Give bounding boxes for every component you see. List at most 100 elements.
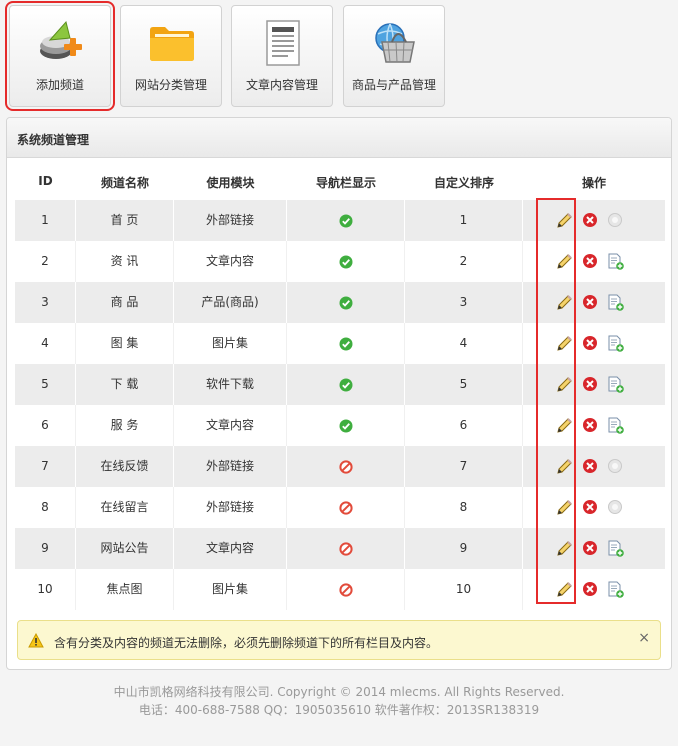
- column-header-id: ID: [38, 174, 53, 188]
- product-manage-label: 商品与产品管理: [351, 78, 436, 92]
- column-header-actions: 操作: [581, 176, 606, 190]
- cell-module: 图片集: [174, 323, 287, 364]
- cell-module: 外部链接: [174, 487, 287, 528]
- delete-icon[interactable]: [582, 540, 599, 557]
- panel-title: 系统频道管理: [17, 133, 90, 147]
- edit-icon[interactable]: [556, 458, 573, 475]
- warning-icon: [28, 633, 44, 648]
- nav-visible-icon: [339, 378, 353, 392]
- cell-id: 9: [15, 528, 76, 569]
- table-row: 10 焦点图 图片集 10: [15, 569, 665, 610]
- table-body: 1首 页外部链接 1 2 资 讯文章内容 2 3 商 品产品(商品) 3 4 图 集图片集 4 5 下 …: [15, 200, 665, 610]
- cell-id: 4: [15, 323, 76, 364]
- cell-module: 图片集: [174, 569, 287, 610]
- edit-icon[interactable]: [556, 581, 573, 598]
- cell-module: 文章内容: [174, 405, 287, 446]
- cell-channel-name: 在线留言: [76, 487, 174, 528]
- nav-hidden-icon: [338, 541, 353, 556]
- add-channel-label: 添加频道: [35, 78, 84, 92]
- add-content-icon[interactable]: [607, 581, 624, 598]
- notice-close-button[interactable]: ×: [638, 630, 650, 646]
- delete-icon[interactable]: [582, 212, 599, 229]
- delete-icon[interactable]: [582, 581, 599, 598]
- category-manage-label: 网站分类管理: [134, 78, 207, 92]
- cell-module: 文章内容: [174, 241, 287, 282]
- cell-channel-name: 焦点图: [76, 569, 174, 610]
- cell-sort-order: 1: [405, 200, 523, 241]
- delete-icon[interactable]: [582, 294, 599, 311]
- cell-id: 10: [15, 569, 76, 610]
- document-icon: [266, 20, 300, 66]
- footer-contact: 电话：400-688-7588 QQ：1905035610 软件著作权：2013…: [138, 703, 540, 717]
- cell-id: 3: [15, 282, 76, 323]
- delete-icon[interactable]: [582, 376, 599, 393]
- disabled-icon: [607, 212, 624, 229]
- product-manage-button[interactable]: 商品与产品管理: [343, 5, 445, 107]
- column-header-name: 频道名称: [100, 176, 149, 190]
- add-content-icon[interactable]: [607, 417, 624, 434]
- edit-icon[interactable]: [556, 417, 573, 434]
- cell-sort-order: 7: [405, 446, 523, 487]
- cell-id: 7: [15, 446, 76, 487]
- cell-nav-display: [287, 487, 405, 528]
- cell-channel-name: 首 页: [76, 200, 174, 241]
- table-row: 5下 载软件下载 5: [15, 364, 665, 405]
- notice-text: 含有分类及内容的频道无法删除，必须先删除频道下的所有栏目及内容。: [54, 636, 439, 650]
- table-row: 7 在线反馈 外部链接 7: [15, 446, 665, 487]
- cell-module: 文章内容: [174, 528, 287, 569]
- edit-icon[interactable]: [556, 376, 573, 393]
- table-row: 6服 务文章内容 6: [15, 405, 665, 446]
- folder-icon: [150, 27, 194, 61]
- edit-icon[interactable]: [556, 499, 573, 516]
- delete-icon[interactable]: [582, 335, 599, 352]
- delete-icon[interactable]: [582, 499, 599, 516]
- nav-visible-icon: [339, 337, 353, 351]
- edit-icon[interactable]: [556, 540, 573, 557]
- add-channel-icon: [40, 20, 82, 59]
- toolbar: 添加频道 网站分类管理 文章内容管理 商品与产品管理: [0, 0, 678, 116]
- column-header-module: 使用模块: [206, 176, 255, 190]
- nav-visible-icon: [339, 419, 353, 433]
- delete-icon[interactable]: [582, 417, 599, 434]
- cell-channel-name: 下 载: [76, 364, 174, 405]
- nav-visible-icon: [339, 255, 353, 269]
- cell-nav-display: [287, 364, 405, 405]
- cell-sort-order: 3: [405, 282, 523, 323]
- cell-channel-name: 网站公告: [76, 528, 174, 569]
- article-manage-button[interactable]: 文章内容管理: [231, 5, 333, 107]
- cell-nav-display: [287, 323, 405, 364]
- add-content-icon[interactable]: [607, 540, 624, 557]
- edit-icon[interactable]: [556, 335, 573, 352]
- cell-id: 6: [15, 405, 76, 446]
- edit-icon[interactable]: [556, 212, 573, 229]
- cell-module: 外部链接: [174, 446, 287, 487]
- cell-module: 外部链接: [174, 200, 287, 241]
- category-manage-button[interactable]: 网站分类管理: [120, 5, 222, 107]
- cell-channel-name: 商 品: [76, 282, 174, 323]
- cell-nav-display: [287, 282, 405, 323]
- edit-icon[interactable]: [556, 253, 573, 270]
- cell-nav-display: [287, 405, 405, 446]
- disabled-icon: [607, 458, 624, 475]
- delete-icon[interactable]: [582, 253, 599, 270]
- table-row: 3商 品产品(商品) 3: [15, 282, 665, 323]
- add-content-icon[interactable]: [607, 253, 624, 270]
- cell-id: 1: [15, 200, 76, 241]
- cell-channel-name: 资 讯: [76, 241, 174, 282]
- nav-hidden-icon: [338, 582, 353, 597]
- add-channel-button[interactable]: 添加频道: [5, 1, 115, 111]
- table-row: 1首 页外部链接 1: [15, 200, 665, 241]
- nav-visible-icon: [339, 296, 353, 310]
- add-content-icon[interactable]: [607, 335, 624, 352]
- channel-table: ID 频道名称 使用模块 导航栏显示 自定义排序 操作 1首 页外部链接 1 2 资 …: [15, 162, 665, 610]
- article-manage-label: 文章内容管理: [245, 78, 318, 92]
- delete-icon[interactable]: [582, 458, 599, 475]
- cell-id: 5: [15, 364, 76, 405]
- edit-icon[interactable]: [556, 294, 573, 311]
- cell-sort-order: 4: [405, 323, 523, 364]
- add-content-icon[interactable]: [607, 376, 624, 393]
- add-content-icon[interactable]: [607, 294, 624, 311]
- table-header: ID 频道名称 使用模块 导航栏显示 自定义排序 操作: [15, 162, 665, 200]
- cell-sort-order: 10: [405, 569, 523, 610]
- cell-nav-display: [287, 446, 405, 487]
